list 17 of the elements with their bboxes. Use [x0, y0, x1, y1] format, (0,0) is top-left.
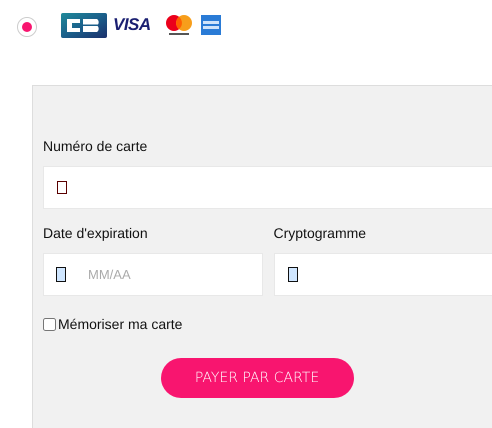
visa-logo: VISA: [113, 15, 151, 35]
field-label: Numéro de carte: [43, 138, 148, 154]
missing-glyph-icon: [56, 267, 66, 282]
card-logo-icon: [61, 12, 107, 38]
remember-checkbox[interactable]: [43, 318, 56, 330]
checkbox-label: Mémoriser ma carte: [58, 316, 182, 332]
overlapping-circles-icon: [164, 13, 193, 37]
missing-glyph-icon: [57, 181, 67, 194]
card-number-field[interactable]: [43, 166, 492, 209]
expiry-field[interactable]: MM/AA: [43, 253, 262, 296]
card-logo-icon: [200, 15, 221, 35]
cvv-field[interactable]: [274, 253, 492, 296]
field-label: Cryptogramme: [274, 225, 368, 241]
radio-button[interactable]: [17, 17, 37, 37]
missing-glyph-icon: [288, 267, 298, 282]
pay-button[interactable]: PAYER PAR CARTE: [160, 358, 354, 398]
field-label: Date d'expiration: [43, 225, 149, 241]
